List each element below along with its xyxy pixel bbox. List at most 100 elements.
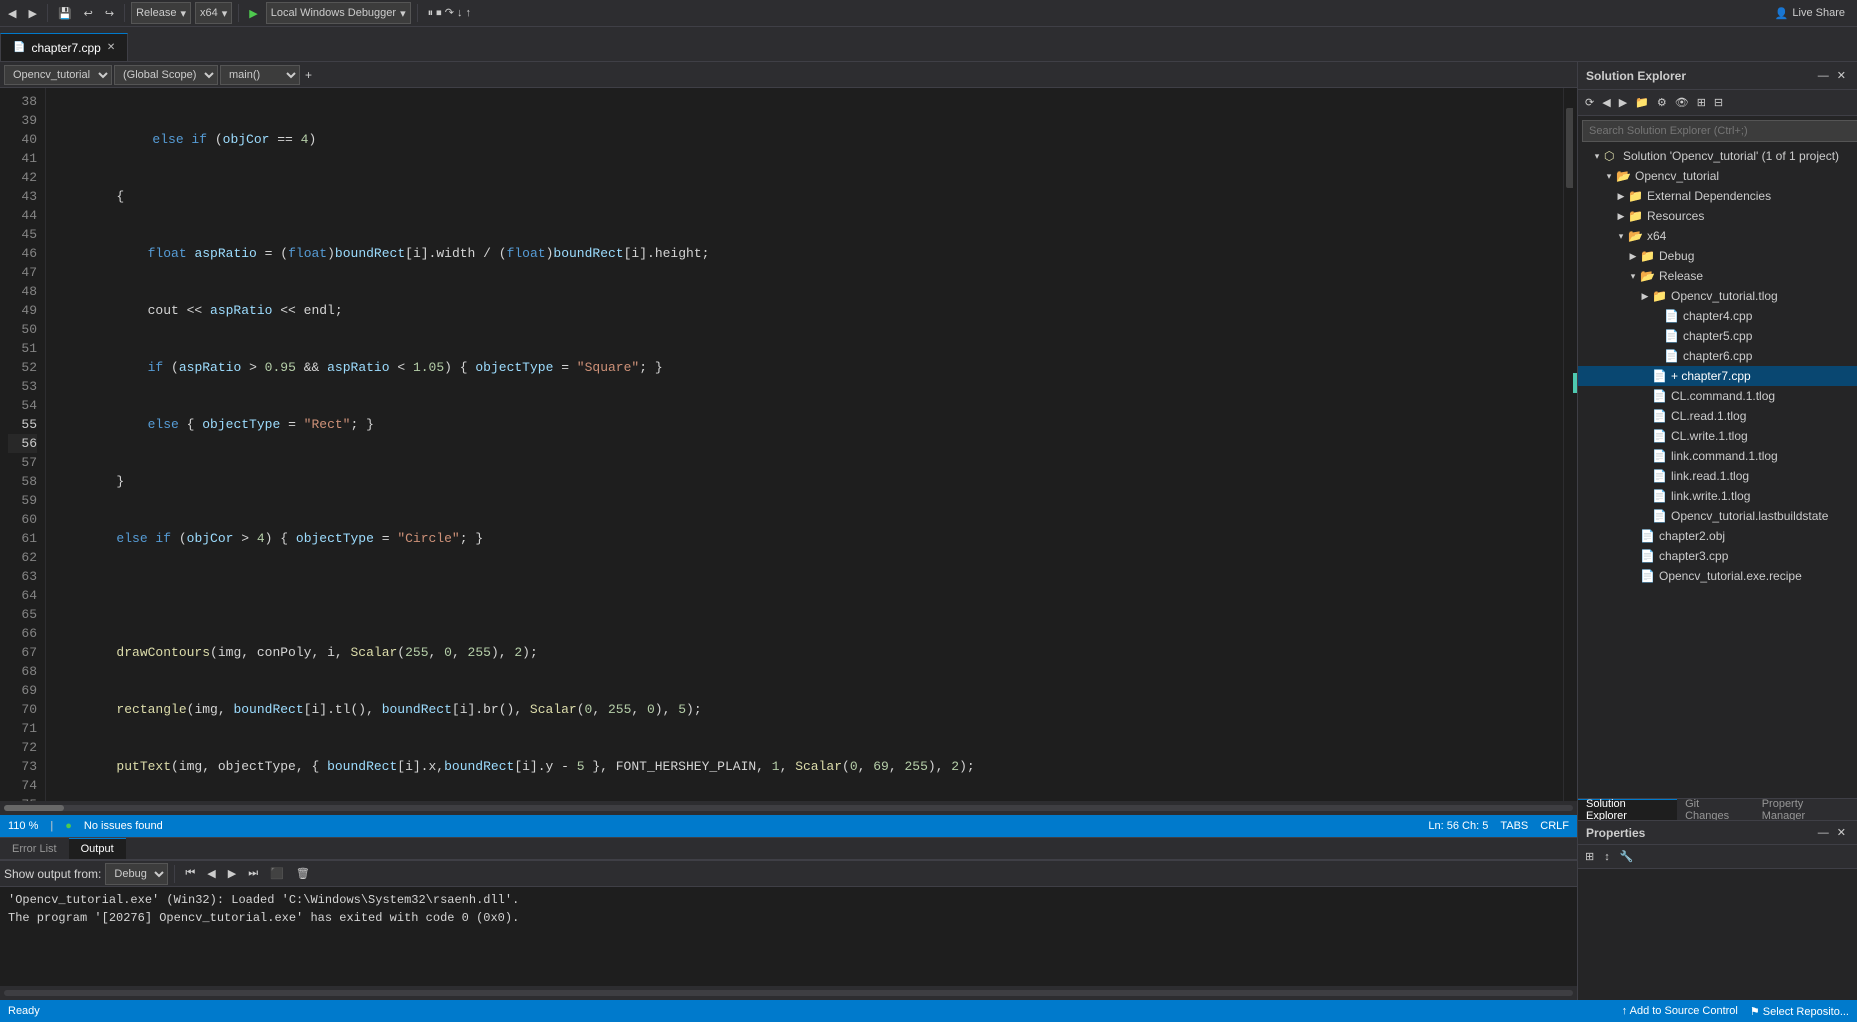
no-issues-icon: ●: [65, 820, 72, 832]
se-collapse-btn[interactable]: ⊟: [1711, 95, 1726, 110]
se-close-btn[interactable]: ✕: [1834, 68, 1849, 83]
play-btn[interactable]: ▶: [245, 2, 261, 24]
se-filter-btn[interactable]: ⊞: [1694, 95, 1709, 110]
bs-right: ↑ Add to Source Control ⚑ Select Reposit…: [1622, 1005, 1849, 1018]
scope-selector[interactable]: (Global Scope): [114, 65, 218, 85]
back-btn[interactable]: ◀: [4, 2, 20, 24]
tree-item-lastbuildstate[interactable]: 📄 Opencv_tutorial.lastbuildstate: [1578, 506, 1857, 526]
se-bottom-tabs: Solution Explorer Git Changes Property M…: [1578, 798, 1857, 820]
properties-pin-btn[interactable]: —: [1815, 825, 1832, 840]
tree-item-external-deps[interactable]: ▶ 📁 External Dependencies: [1578, 186, 1857, 206]
se-props-btn[interactable]: ⚙: [1654, 95, 1670, 110]
tab-close-btn[interactable]: ✕: [107, 42, 115, 53]
tree-item-cl-command[interactable]: 📄 CL.command.1.tlog: [1578, 386, 1857, 406]
tree-item-chapter7[interactable]: 📄 + chapter7.cpp: [1578, 366, 1857, 386]
tree-item-link-command[interactable]: 📄 link.command.1.tlog: [1578, 446, 1857, 466]
se-tab-solution-explorer[interactable]: Solution Explorer: [1578, 799, 1677, 820]
config-dropdown[interactable]: Release ▾: [131, 2, 191, 24]
se-preview-btn[interactable]: 👁: [1672, 95, 1692, 110]
output-wrap-btn[interactable]: ⬛: [266, 863, 288, 885]
select-repository[interactable]: ⚑ Select Reposito...: [1750, 1005, 1849, 1018]
tree-item-chapter6[interactable]: 📄 chapter6.cpp: [1578, 346, 1857, 366]
horizontal-scrollbar[interactable]: [0, 801, 1577, 815]
tree-item-recipe[interactable]: 📄 Opencv_tutorial.exe.recipe: [1578, 566, 1857, 586]
sep1: [47, 4, 48, 22]
code-editor[interactable]: 3839404142 4344454647 4849505152 535455 …: [0, 88, 1577, 801]
tree-item-release[interactable]: ▾ 📂 Release: [1578, 266, 1857, 286]
tab-output[interactable]: Output: [69, 838, 126, 859]
props-wrench-btn[interactable]: 🔧: [1617, 849, 1637, 864]
change-indicator-bar: [1573, 88, 1577, 801]
undo-btn[interactable]: ↩: [80, 2, 97, 24]
se-fwd-btn[interactable]: ▶: [1616, 95, 1630, 110]
zoom-level[interactable]: 110 %: [8, 820, 38, 832]
output-first-btn[interactable]: ⏮: [181, 863, 199, 885]
tree-item-resources[interactable]: ▶ 📁 Resources: [1578, 206, 1857, 226]
tree-item-chapter3[interactable]: 📄 chapter3.cpp: [1578, 546, 1857, 566]
cursor-position: Ln: 56 Ch: 5: [1428, 820, 1488, 832]
editor-tab-chapter7[interactable]: 📄 chapter7.cpp ✕: [0, 33, 128, 61]
resources-icon: 📁: [1628, 209, 1644, 223]
redo-btn[interactable]: ↪: [101, 2, 118, 24]
properties-close-btn[interactable]: ✕: [1834, 825, 1849, 840]
live-share[interactable]: 👤 Live Share: [1767, 5, 1853, 22]
debugger-dropdown[interactable]: Local Windows Debugger ▾: [266, 2, 411, 24]
tree-item-link-write[interactable]: 📄 link.write.1.tlog: [1578, 486, 1857, 506]
se-folder-btn[interactable]: 📁: [1632, 95, 1652, 110]
search-solution-input[interactable]: [1582, 120, 1857, 142]
output-tab-bar: Error List Output: [0, 838, 1577, 860]
props-sort-btn[interactable]: ↕: [1601, 850, 1613, 864]
output-content: 'Opencv_tutorial.exe' (Win32): Loaded 'C…: [0, 887, 1577, 986]
output-source-dropdown[interactable]: Debug: [105, 863, 168, 885]
code-line: drawContours(img, conPoly, i, Scalar(255…: [54, 643, 1555, 662]
file-selector[interactable]: Opencv_tutorial: [4, 65, 112, 85]
scroll-track: [4, 805, 1573, 811]
props-grid-btn[interactable]: ⊞: [1582, 849, 1597, 864]
scroll-thumb[interactable]: [4, 805, 64, 811]
live-share-label: Live Share: [1792, 7, 1845, 19]
tree-item-cl-read[interactable]: 📄 CL.read.1.tlog: [1578, 406, 1857, 426]
tree-item-project[interactable]: ▾ 📂 Opencv_tutorial: [1578, 166, 1857, 186]
se-back-btn[interactable]: ◀: [1599, 95, 1613, 110]
workspace: Opencv_tutorial (Global Scope) main() + …: [0, 62, 1857, 1000]
tree-item-tlog-folder[interactable]: ▶ 📁 Opencv_tutorial.tlog: [1578, 286, 1857, 306]
se-tab-git-changes[interactable]: Git Changes: [1677, 799, 1754, 820]
code-content[interactable]: else if (objCor == 4) { float aspRatio =…: [46, 88, 1563, 801]
forward-btn[interactable]: ▶: [24, 2, 40, 24]
right-panel: Solution Explorer — ✕ ⟳ ◀ ▶ 📁 ⚙ 👁 ⊞ ⊟: [1577, 62, 1857, 1000]
tree-item-chapter2-obj[interactable]: 📄 chapter2.obj: [1578, 526, 1857, 546]
tree-item-cl-write[interactable]: 📄 CL.write.1.tlog: [1578, 426, 1857, 446]
code-line: [54, 586, 1555, 605]
tree-item-debug[interactable]: ▶ 📁 Debug: [1578, 246, 1857, 266]
chapter5-icon: 📄: [1664, 329, 1680, 343]
chapter4-icon: 📄: [1664, 309, 1680, 323]
tree-item-chapter4[interactable]: 📄 chapter4.cpp: [1578, 306, 1857, 326]
output-prev-btn[interactable]: ◀: [203, 863, 219, 885]
add-to-source-control[interactable]: ↑ Add to Source Control: [1622, 1005, 1738, 1017]
platform-dropdown[interactable]: x64 ▾: [195, 2, 232, 24]
tab-error-list[interactable]: Error List: [0, 838, 69, 859]
output-last-btn[interactable]: ⏭: [244, 863, 262, 885]
solution-explorer-header: Solution Explorer — ✕: [1578, 62, 1857, 90]
expand-editor-btn[interactable]: +: [302, 67, 315, 83]
change-indicator: [1573, 373, 1577, 393]
output-clear-btn[interactable]: 🗑: [292, 863, 314, 885]
tree-item-link-read[interactable]: 📄 link.read.1.tlog: [1578, 466, 1857, 486]
se-pin-btn[interactable]: —: [1815, 68, 1832, 83]
tree-item-chapter5[interactable]: 📄 chapter5.cpp: [1578, 326, 1857, 346]
tree-item-solution[interactable]: ▾ ⬡ Solution 'Opencv_tutorial' (1 of 1 p…: [1578, 146, 1857, 166]
save-all-btn[interactable]: 💾: [54, 2, 76, 24]
tree-item-x64[interactable]: ▾ 📂 x64: [1578, 226, 1857, 246]
code-line: cout << aspRatio << endl;: [54, 301, 1555, 320]
editor-vertical-scrollbar[interactable]: [1563, 88, 1577, 801]
se-tab-property-manager[interactable]: Property Manager: [1754, 799, 1857, 820]
tab-label: chapter7.cpp: [31, 41, 100, 55]
se-sync-btn[interactable]: ⟳: [1582, 95, 1597, 110]
link-read-icon: 📄: [1652, 469, 1668, 483]
output-next-btn[interactable]: ▶: [224, 863, 240, 885]
platform-label: x64: [200, 7, 218, 19]
debug-btns[interactable]: ⏸ ⏹ ↷ ↓ ↑: [424, 2, 475, 24]
properties-header-btns: — ✕: [1815, 825, 1849, 840]
output-scrollbar[interactable]: [0, 986, 1577, 1000]
nav-selector[interactable]: main(): [220, 65, 300, 85]
